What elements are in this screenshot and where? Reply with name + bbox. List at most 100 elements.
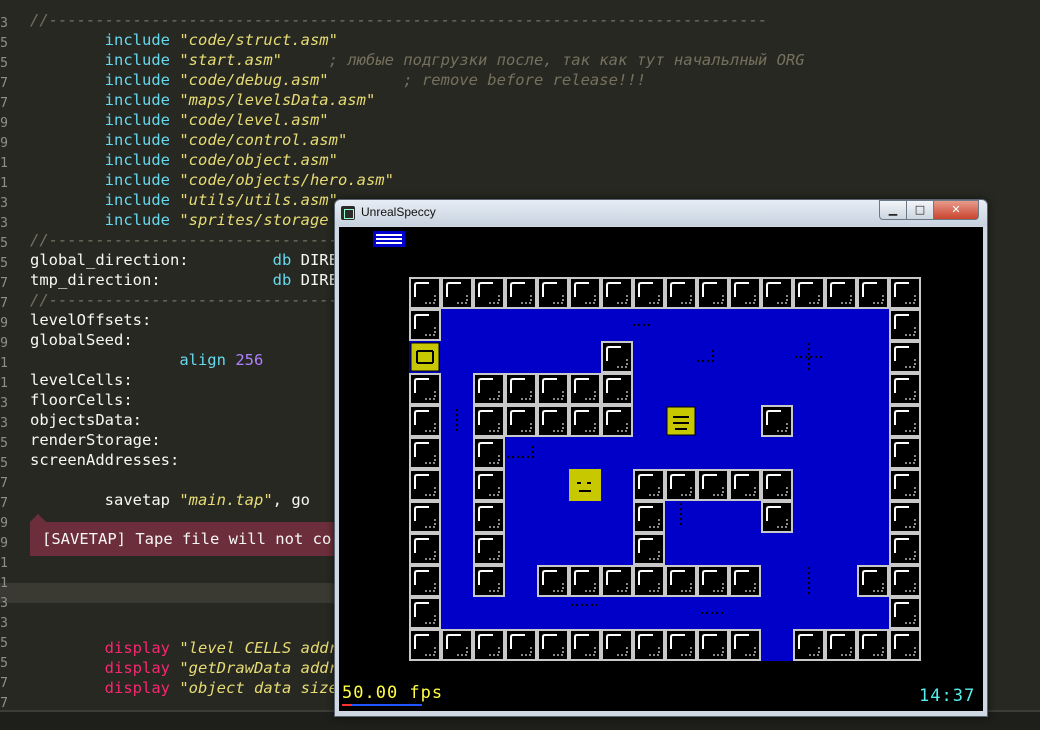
code-line: renderStorage: xyxy=(30,430,161,450)
code-token: , go xyxy=(272,491,310,509)
line-number: 5 xyxy=(0,56,8,71)
code-token: "start.asm" xyxy=(179,51,282,69)
code-token: 256 xyxy=(235,351,264,369)
code-token: savetap xyxy=(104,491,170,509)
code-line: levelCells: xyxy=(30,370,133,390)
code-line: display "level CELLS addr xyxy=(30,638,338,658)
line-number: 7 xyxy=(0,476,8,491)
fps-counter: 50.00 fps xyxy=(342,683,444,703)
code-line: objectsData: xyxy=(30,410,142,430)
line-number: 5 xyxy=(0,636,8,651)
app-icon[interactable] xyxy=(341,206,355,220)
code-token: //--------------------------------------… xyxy=(30,11,768,29)
line-number: 3 xyxy=(0,196,8,211)
code-line: include "start.asm" ; любые подгрузки по… xyxy=(30,50,805,70)
error-message: [SAVETAP] Tape file will not co xyxy=(42,530,332,548)
game-field xyxy=(409,277,921,661)
line-number: 5 xyxy=(0,656,8,671)
code-token: "code/objects/hero.asm" xyxy=(179,171,394,189)
code-token: "object data size xyxy=(179,679,338,697)
code-token: ; remove before release!!! xyxy=(403,71,646,89)
code-token: db xyxy=(272,251,292,269)
close-button[interactable]: ✕ xyxy=(933,200,979,220)
code-line: tmp_direction: db DIRECT xyxy=(30,270,357,290)
code-token: levelOffsets: xyxy=(30,311,152,329)
code-line: screenAddresses: xyxy=(30,450,179,470)
code-token: display xyxy=(104,659,170,677)
line-number: 7 xyxy=(0,96,8,111)
code-token: ; любые подгрузки после, так как тут нач… xyxy=(328,51,805,69)
code-line: include "maps/levelsData.asm" xyxy=(30,90,376,110)
code-token: "code/object.asm" xyxy=(179,151,338,169)
code-token: align xyxy=(179,351,226,369)
code-line: global_direction: db DIRECT xyxy=(30,250,357,270)
line-number: 9 xyxy=(0,136,8,151)
line-number: 9 xyxy=(0,316,8,331)
code-token: globalSeed: xyxy=(30,331,133,349)
code-line: align 256 xyxy=(30,350,263,370)
line-number: 1 xyxy=(0,576,8,591)
emulator-screen[interactable]: 50.00 fps 14:37 xyxy=(339,227,983,711)
code-line: display "object data size xyxy=(30,678,338,698)
code-token: include xyxy=(104,111,170,129)
minimize-button[interactable]: ▁ xyxy=(879,200,907,220)
code-token: "code/struct.asm" xyxy=(179,31,338,49)
code-token: screenAddresses: xyxy=(30,451,180,469)
code-token: include xyxy=(104,71,170,89)
line-number: 7 xyxy=(0,276,8,291)
line-number: 1 xyxy=(0,156,8,171)
hero-sprite xyxy=(410,342,440,372)
emulator-titlebar[interactable]: UnrealSpeccy ▁ □ ✕ xyxy=(335,200,987,226)
code-token: global_direction: xyxy=(30,251,189,269)
code-line: floorCells: xyxy=(30,390,133,410)
code-line: include "sprites/storage xyxy=(30,210,329,230)
line-number: 1 xyxy=(0,556,8,571)
code-line: savetap "main.tap", go xyxy=(30,490,310,510)
code-token: display xyxy=(104,639,170,657)
current-line-highlight xyxy=(0,583,335,603)
line-number: 3 xyxy=(0,416,8,431)
code-token: "main.tap" xyxy=(179,491,273,509)
code-line: display "getDrawData addr xyxy=(30,658,338,678)
emulator-window[interactable]: UnrealSpeccy ▁ □ ✕ 50.00 fps 14:37 xyxy=(334,199,988,717)
code-token: include xyxy=(104,171,170,189)
maximize-button[interactable]: □ xyxy=(906,200,934,220)
code-token: display xyxy=(104,679,170,697)
code-line: include "code/debug.asm" ; remove before… xyxy=(30,70,646,90)
line-number: 9 xyxy=(0,116,8,131)
error-arrow xyxy=(30,514,46,522)
code-line: include "code/object.asm" xyxy=(30,150,338,170)
code-token: renderStorage: xyxy=(30,431,161,449)
code-token: include xyxy=(104,131,170,149)
fps-bar xyxy=(342,704,422,706)
code-line: include "code/objects/hero.asm" xyxy=(30,170,394,190)
code-line: include "code/control.asm" xyxy=(30,130,348,150)
object-sprite xyxy=(569,469,601,501)
enemy-sprite xyxy=(666,406,696,436)
